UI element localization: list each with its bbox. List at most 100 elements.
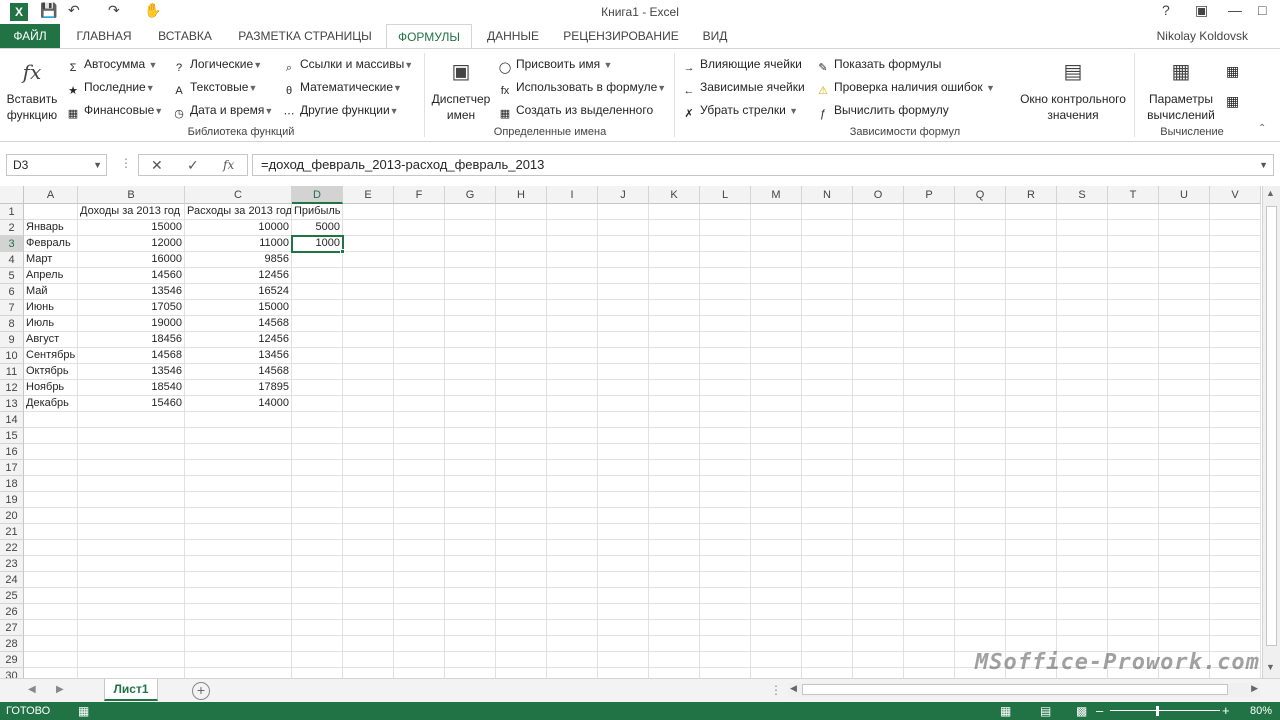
cell-i21[interactable] [547, 524, 598, 540]
cell-p9[interactable] [904, 332, 955, 348]
cell-g6[interactable] [445, 284, 496, 300]
cell-n1[interactable] [802, 204, 853, 220]
cell-r20[interactable] [1006, 508, 1057, 524]
column-header-o[interactable]: O [853, 186, 904, 204]
cell-e12[interactable] [343, 380, 394, 396]
column-header-c[interactable]: C [185, 186, 292, 204]
cell-i12[interactable] [547, 380, 598, 396]
cell-t4[interactable] [1108, 252, 1159, 268]
cell-l27[interactable] [700, 620, 751, 636]
cell-a25[interactable] [24, 588, 78, 604]
zoom-out-icon[interactable]: – [1096, 703, 1103, 718]
cell-h14[interactable] [496, 412, 547, 428]
cell-o19[interactable] [853, 492, 904, 508]
cell-t15[interactable] [1108, 428, 1159, 444]
column-header-h[interactable]: H [496, 186, 547, 204]
cell-f8[interactable] [394, 316, 445, 332]
cell-f17[interactable] [394, 460, 445, 476]
cell-m1[interactable] [751, 204, 802, 220]
cell-o21[interactable] [853, 524, 904, 540]
cell-s3[interactable] [1057, 236, 1108, 252]
cell-r10[interactable] [1006, 348, 1057, 364]
create-from-selection-button[interactable]: ▦ Создать из выделенного [498, 103, 653, 121]
watch-window-button[interactable]: ▤ Окно контрольного значения [1014, 57, 1132, 123]
cell-c16[interactable] [185, 444, 292, 460]
cell-h6[interactable] [496, 284, 547, 300]
cell-t26[interactable] [1108, 604, 1159, 620]
financial-functions-button[interactable]: ▦ Финансовые▼ [66, 103, 163, 121]
cell-n18[interactable] [802, 476, 853, 492]
cell-p8[interactable] [904, 316, 955, 332]
cell-u18[interactable] [1159, 476, 1210, 492]
cell-k6[interactable] [649, 284, 700, 300]
cell-s25[interactable] [1057, 588, 1108, 604]
cell-d12[interactable] [292, 380, 343, 396]
cell-m28[interactable] [751, 636, 802, 652]
trace-dependents-button[interactable]: ← Зависимые ячейки [682, 80, 805, 98]
cell-i26[interactable] [547, 604, 598, 620]
tab-file[interactable]: ФАЙЛ [0, 24, 60, 48]
cell-f19[interactable] [394, 492, 445, 508]
cell-b21[interactable] [78, 524, 185, 540]
cell-v26[interactable] [1210, 604, 1261, 620]
cell-d23[interactable] [292, 556, 343, 572]
cell-l20[interactable] [700, 508, 751, 524]
cell-e6[interactable] [343, 284, 394, 300]
cell-u27[interactable] [1159, 620, 1210, 636]
cell-l13[interactable] [700, 396, 751, 412]
cell-s6[interactable] [1057, 284, 1108, 300]
cell-t10[interactable] [1108, 348, 1159, 364]
cell-l8[interactable] [700, 316, 751, 332]
scroll-down-icon[interactable]: ▼ [1266, 662, 1275, 672]
cell-l26[interactable] [700, 604, 751, 620]
cell-b28[interactable] [78, 636, 185, 652]
cell-b6[interactable]: 13546 [78, 284, 185, 300]
row-header[interactable]: 3 [0, 236, 24, 252]
cell-m20[interactable] [751, 508, 802, 524]
cell-l12[interactable] [700, 380, 751, 396]
cell-o14[interactable] [853, 412, 904, 428]
cell-g17[interactable] [445, 460, 496, 476]
cell-v22[interactable] [1210, 540, 1261, 556]
cell-j17[interactable] [598, 460, 649, 476]
cell-e18[interactable] [343, 476, 394, 492]
cell-g9[interactable] [445, 332, 496, 348]
cell-e1[interactable] [343, 204, 394, 220]
cell-d13[interactable] [292, 396, 343, 412]
math-functions-button[interactable]: θ Математические▼ [282, 80, 402, 98]
cell-a14[interactable] [24, 412, 78, 428]
cell-e20[interactable] [343, 508, 394, 524]
cell-h16[interactable] [496, 444, 547, 460]
name-box[interactable]: D3 ▼ [6, 154, 107, 176]
other-functions-button[interactable]: ⋯ Другие функции▼ [282, 103, 399, 121]
cell-m18[interactable] [751, 476, 802, 492]
cell-t22[interactable] [1108, 540, 1159, 556]
show-formulas-button[interactable]: ✎ Показать формулы [816, 57, 941, 75]
cell-c28[interactable] [185, 636, 292, 652]
cell-b4[interactable]: 16000 [78, 252, 185, 268]
cell-c26[interactable] [185, 604, 292, 620]
cell-f30[interactable] [394, 668, 445, 678]
cell-c11[interactable]: 14568 [185, 364, 292, 380]
column-header-d[interactable]: D [292, 186, 343, 204]
cell-p14[interactable] [904, 412, 955, 428]
ribbon-display-icon[interactable]: ▣ [1195, 2, 1208, 19]
cell-v12[interactable] [1210, 380, 1261, 396]
cell-k12[interactable] [649, 380, 700, 396]
text-functions-button[interactable]: A Текстовые▼ [172, 80, 257, 98]
cell-p3[interactable] [904, 236, 955, 252]
zoom-level[interactable]: 80% [1250, 705, 1272, 717]
cell-b2[interactable]: 15000 [78, 220, 185, 236]
cell-p4[interactable] [904, 252, 955, 268]
page-layout-view-icon[interactable]: ▤ [1040, 704, 1051, 718]
cell-j23[interactable] [598, 556, 649, 572]
select-all-corner[interactable] [0, 186, 24, 204]
cell-j10[interactable] [598, 348, 649, 364]
cell-d4[interactable] [292, 252, 343, 268]
cell-j1[interactable] [598, 204, 649, 220]
cell-g20[interactable] [445, 508, 496, 524]
cell-a22[interactable] [24, 540, 78, 556]
cell-e2[interactable] [343, 220, 394, 236]
row-header[interactable]: 22 [0, 540, 24, 556]
cell-q24[interactable] [955, 572, 1006, 588]
